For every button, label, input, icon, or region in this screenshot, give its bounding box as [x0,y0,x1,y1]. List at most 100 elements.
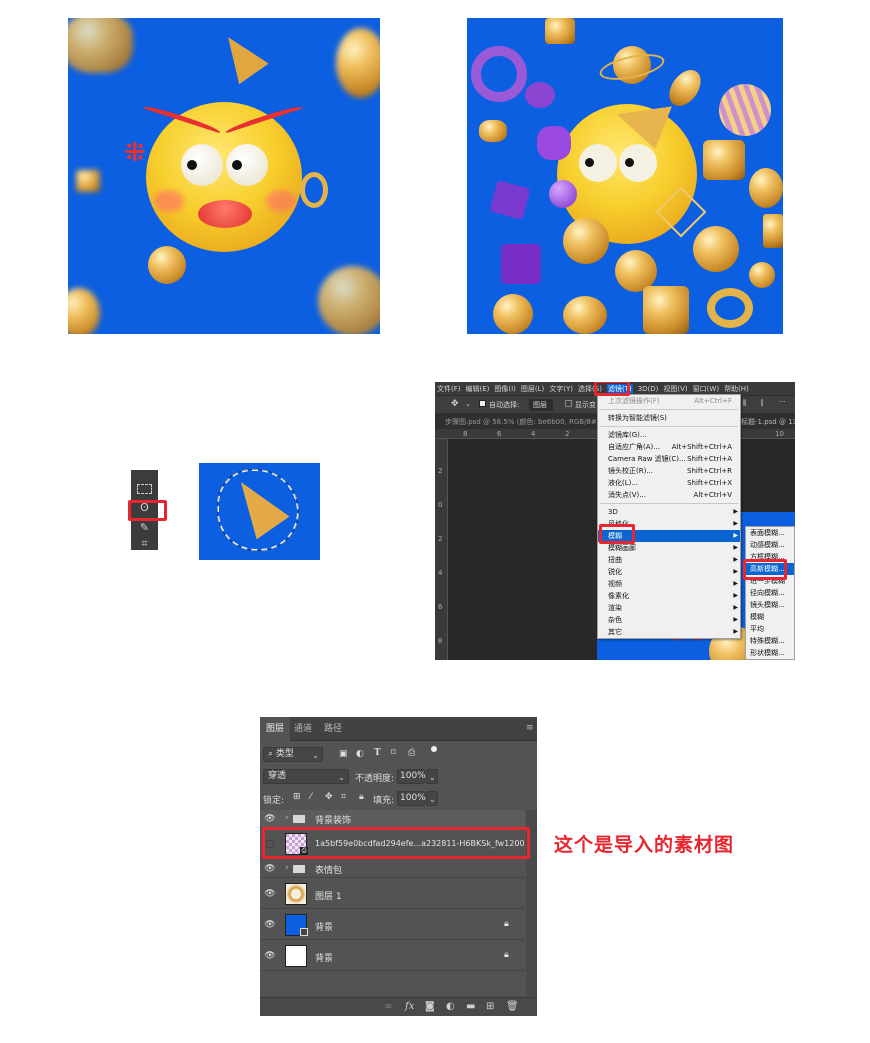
blurred-emoji-decoration [68,288,100,334]
menu-item-convert-smart-filter[interactable]: 转换为智能滤镜(S) [598,412,740,424]
new-group-icon[interactable]: ▬ [466,1001,475,1012]
blend-mode-value: 穿透 [268,771,287,781]
link-layers-icon[interactable]: ∞ [384,1001,392,1012]
layer-row-background-blue[interactable]: 👁︎ 背景 🔒︎ [260,910,525,940]
menu-type[interactable]: 文字(Y) [549,384,573,394]
visibility-eye-icon[interactable]: 👁︎ [264,810,275,827]
submenu-item-blur[interactable]: 模糊 [746,611,794,623]
lock-artboard-icon[interactable]: ⌗ [341,792,346,802]
auto-select-dropdown[interactable]: 图层 [529,399,553,411]
menu-item-pixelate[interactable]: 像素化 ▶ [598,590,740,602]
more-options-icon[interactable]: ··· [779,398,786,406]
menu-item-other[interactable]: 其它 ▶ [598,626,740,638]
distribute-icon[interactable]: ⫿ [761,399,763,408]
submenu-item-lens-blur[interactable]: 镜头模糊... [746,599,794,611]
blend-mode-dropdown[interactable]: 穿透 ⌄ [263,769,349,784]
layer-name: 背景 [315,954,334,964]
filter-toggle-icon[interactable] [431,746,437,758]
menu-help[interactable]: 帮助(H) [724,384,749,394]
smart-object-filter-icon[interactable]: ⎙ [408,748,415,758]
adjustment-layer-filter-icon[interactable]: ◐ [356,749,364,759]
lock-all-icon[interactable]: 🔒︎ [359,792,364,802]
gold-emoji-decoration [693,226,739,272]
submenu-item-smart-blur[interactable]: 特殊模糊... [746,635,794,647]
visibility-eye-icon[interactable]: 👁︎ [264,910,275,939]
submenu-item-average[interactable]: 平均 [746,623,794,635]
menu-item-adaptive-wide-angle[interactable]: 自适应广角(A)... Alt+Shift+Ctrl+A [598,441,740,453]
layer-style-fx-icon[interactable]: fx [405,1001,414,1012]
purple-block-decoration [501,244,541,284]
lasso-selection-preview [199,463,320,560]
submenu-arrow-icon: ▶ [733,556,738,563]
show-transform-checkbox[interactable] [565,400,572,407]
add-mask-icon[interactable]: ◙ [425,1001,435,1012]
chevron-down-icon[interactable]: ⌄ [465,400,471,408]
panel-menu-icon[interactable]: ≡ [526,723,534,733]
submenu-item-motion-blur[interactable]: 动感模糊... [746,539,794,551]
menu-view[interactable]: 视图(V) [663,384,687,394]
layer-row-group[interactable]: 👁︎ › 背景装饰 [260,810,525,828]
submenu-item-shape-blur[interactable]: 形状模糊... [746,647,794,659]
expand-chevron-icon[interactable]: › [285,863,289,873]
opacity-input[interactable]: 100% [397,769,426,784]
tab-channels[interactable]: 通道 [288,717,318,741]
menu-item-3d[interactable]: 3D ▶ [598,506,740,518]
menu-item-lens-correction[interactable]: 镜头校正(R)... Shift+Ctrl+R [598,465,740,477]
quick-selection-tool-icon[interactable]: ✎ [137,522,152,534]
layer-row-background-white[interactable]: 👁︎ 背景 🔒︎ [260,941,525,971]
document-tab[interactable]: 标题-1.psd @ 132 [741,417,795,427]
lock-label: 锁定: [263,796,285,806]
new-layer-icon[interactable]: ⊞ [486,1001,494,1012]
tab-layers[interactable]: 图层 [260,717,291,741]
submenu-item-surface-blur[interactable]: 表面模糊... [746,527,794,539]
shape-layer-filter-icon[interactable]: ⌑ [391,748,396,758]
menu-item-vanishing-point[interactable]: 消失点(V)... Alt+Ctrl+V [598,489,740,501]
submenu-item-radial-blur[interactable]: 径向模糊... [746,587,794,599]
lock-icon: 🔒︎ [504,950,509,960]
visibility-eye-icon[interactable]: 👁︎ [264,860,275,877]
document-tab[interactable]: 步骤图.psd @ 58.5% (颜色: be6b00, RGB/8#) * [445,417,605,427]
layer-row-group[interactable]: 👁︎ › 表情包 [260,860,525,878]
move-tool-icon[interactable]: ✥ [451,399,459,409]
submenu-arrow-icon: ▶ [733,544,738,551]
submenu-arrow-icon: ▶ [733,604,738,611]
delete-layer-icon[interactable]: 🗑︎ [506,1001,519,1012]
type-layer-filter-icon[interactable]: T [374,748,381,758]
menu-item-camera-raw[interactable]: Camera Raw 滤镜(C)... Shift+Ctrl+A [598,453,740,465]
auto-select-checkbox[interactable] [479,400,486,407]
gold-cube-decoration [545,18,575,44]
menu-edit[interactable]: 编辑(E) [466,384,490,394]
menu-item-liquify[interactable]: 液化(L)... Shift+Ctrl+X [598,477,740,489]
marquee-tool-icon[interactable] [137,484,152,494]
menu-item-render[interactable]: 渲染 ▶ [598,602,740,614]
menu-separator [600,409,738,410]
layer-filter-dropdown[interactable]: ⌕ 类型 ⌄ [263,747,323,762]
tab-paths[interactable]: 路径 [318,717,348,741]
adjustment-layer-icon[interactable]: ◐ [446,1001,455,1012]
lock-image-pixels-icon[interactable]: ⁄ [310,792,312,802]
menu-item-noise[interactable]: 杂色 ▶ [598,614,740,626]
visibility-eye-icon[interactable]: 👁︎ [264,879,275,908]
menu-item-distort[interactable]: 扭曲 ▶ [598,554,740,566]
pixel-layer-filter-icon[interactable]: ▣ [339,749,348,759]
menu-item-filter-gallery[interactable]: 滤镜库(G)... [598,429,740,441]
opacity-slider-button[interactable]: ⌄ [426,769,438,784]
expand-chevron-icon[interactable]: › [285,813,289,823]
menu-item-sharpen[interactable]: 锐化 ▶ [598,566,740,578]
crop-tool-icon[interactable]: ⌗ [137,538,152,550]
fill-input[interactable]: 100% [397,791,426,806]
align-icon[interactable]: ⫼ [743,399,746,408]
lock-transparent-pixels-icon[interactable]: ⊞ [293,792,301,802]
lock-position-icon[interactable]: ✥ [325,792,333,802]
photoshop-filter-menu-screenshot: 文件(F) 编辑(E) 图像(I) 图层(L) 文字(Y) 选择(S) 滤镜(T… [435,382,795,660]
layer-row-pixel[interactable]: 👁︎ 图层 1 [260,879,525,909]
menu-layer[interactable]: 图层(L) [521,384,544,394]
menu-image[interactable]: 图像(I) [494,384,516,394]
fill-slider-button[interactable]: ⌄ [426,791,438,806]
menu-item-last-filter[interactable]: 上次滤镜操作(F) Alt+Ctrl+F [598,395,740,407]
menu-item-video[interactable]: 视频 ▶ [598,578,740,590]
menu-3d[interactable]: 3D(D) [638,385,659,393]
visibility-eye-icon[interactable]: 👁︎ [264,941,275,970]
menu-window[interactable]: 窗口(W) [693,384,719,394]
menu-file[interactable]: 文件(F) [437,384,461,394]
